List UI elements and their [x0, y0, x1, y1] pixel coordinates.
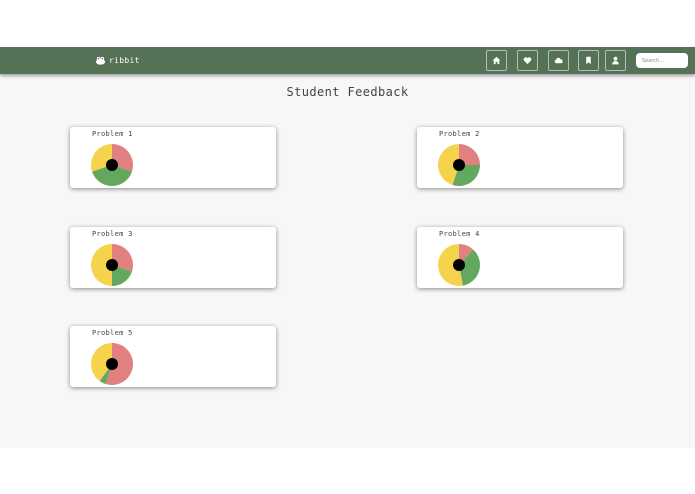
main-content: Student Feedback Problem 1 Problem 2 Pro…: [0, 74, 695, 448]
problem-card-4[interactable]: Problem 4: [417, 227, 623, 288]
brand[interactable]: ribbit: [95, 54, 140, 66]
feedback-pie-chart: [90, 143, 134, 187]
feedback-pie-chart: [437, 143, 481, 187]
home-icon: [492, 56, 501, 65]
profile-button[interactable]: [605, 50, 626, 71]
pie-center: [106, 358, 118, 370]
problem-label: Problem 1: [92, 130, 133, 138]
pie-svg: [438, 244, 481, 286]
cloud-icon: [554, 57, 563, 64]
user-icon: [612, 56, 619, 65]
pie-center: [453, 159, 465, 171]
pie-svg: [91, 244, 133, 286]
problem-card-1[interactable]: Problem 1: [70, 127, 276, 188]
pie-center: [453, 259, 465, 271]
problem-label: Problem 3: [92, 230, 133, 238]
bookmark-button[interactable]: [578, 50, 599, 71]
pie-center: [106, 259, 118, 271]
page-title: Student Feedback: [286, 85, 409, 99]
problem-card-3[interactable]: Problem 3: [70, 227, 276, 288]
problem-label: Problem 4: [439, 230, 480, 238]
pie-svg: [438, 144, 480, 186]
problem-label: Problem 5: [92, 329, 133, 337]
feedback-pie-chart: [90, 342, 134, 386]
feedback-pie-chart: [90, 243, 134, 287]
problem-label: Problem 2: [439, 130, 480, 138]
frog-logo-icon: [95, 56, 106, 65]
home-button[interactable]: [486, 50, 507, 71]
cloud-button[interactable]: [548, 50, 569, 71]
problem-card-2[interactable]: Problem 2: [417, 127, 623, 188]
problem-card-5[interactable]: Problem 5: [70, 326, 276, 387]
heart-icon: [523, 57, 532, 65]
feedback-pie-chart: [437, 243, 481, 287]
navbar: ribbit: [0, 47, 695, 74]
brand-name: ribbit: [109, 55, 140, 65]
pie-center: [106, 159, 118, 171]
pie-svg: [91, 144, 133, 186]
pie-svg: [91, 343, 134, 385]
bookmark-icon: [586, 56, 591, 65]
search-input[interactable]: [636, 53, 688, 68]
favorites-button[interactable]: [517, 50, 538, 71]
